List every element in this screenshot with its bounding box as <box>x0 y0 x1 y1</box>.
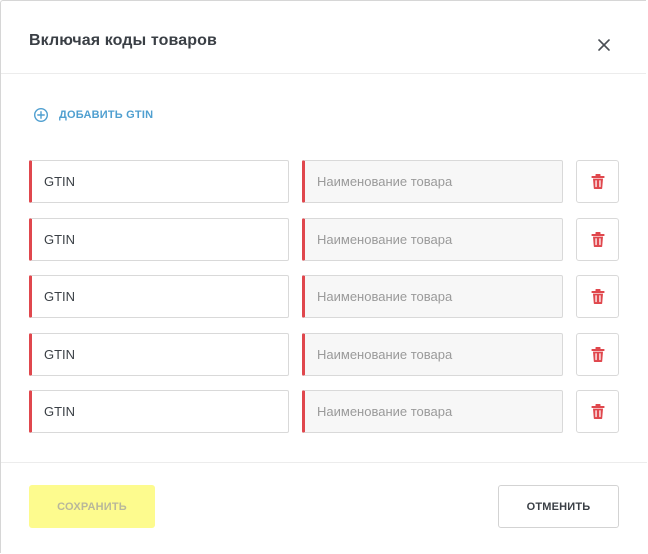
trash-icon <box>591 174 604 189</box>
close-button[interactable] <box>593 34 615 56</box>
gtin-row <box>29 390 621 433</box>
product-name-input[interactable] <box>302 390 563 433</box>
delete-row-button[interactable] <box>576 217 619 261</box>
product-name-input[interactable] <box>302 275 563 318</box>
gtin-row <box>29 217 621 261</box>
product-name-input[interactable] <box>302 160 563 203</box>
gtin-input[interactable] <box>29 275 289 318</box>
trash-icon <box>591 404 604 419</box>
modal-title: Включая коды товаров <box>29 32 217 49</box>
gtin-rows <box>29 160 621 448</box>
trash-icon <box>591 346 604 362</box>
delete-row-button[interactable] <box>576 275 619 318</box>
product-name-input[interactable] <box>302 332 563 376</box>
gtin-row <box>29 332 621 376</box>
add-gtin-label: ДОБАВИТЬ GTIN <box>59 109 154 121</box>
trash-icon <box>591 289 604 304</box>
delete-row-button[interactable] <box>576 160 619 203</box>
gtin-row <box>29 275 621 318</box>
include-gtin-modal: Включая коды товаров ДОБАВИТЬ GTIN GTIN … <box>0 0 647 554</box>
close-icon <box>598 39 610 51</box>
gtin-input[interactable] <box>29 217 289 261</box>
trash-icon <box>591 231 604 247</box>
modal-header: Включая коды товаров <box>1 1 646 74</box>
delete-row-button[interactable] <box>576 390 619 433</box>
save-button[interactable]: СОХРАНИТЬ <box>29 485 155 528</box>
cancel-button[interactable]: ОТМЕНИТЬ <box>498 485 619 528</box>
gtin-input[interactable] <box>29 332 289 376</box>
add-gtin-button[interactable]: ДОБАВИТЬ GTIN <box>33 107 153 123</box>
product-name-input[interactable] <box>302 217 563 261</box>
gtin-input[interactable] <box>29 160 289 203</box>
plus-circle-icon <box>33 107 49 123</box>
delete-row-button[interactable] <box>576 332 619 376</box>
gtin-row <box>29 160 621 203</box>
modal-footer: СОХРАНИТЬ ОТМЕНИТЬ <box>1 462 647 554</box>
gtin-input[interactable] <box>29 390 289 433</box>
